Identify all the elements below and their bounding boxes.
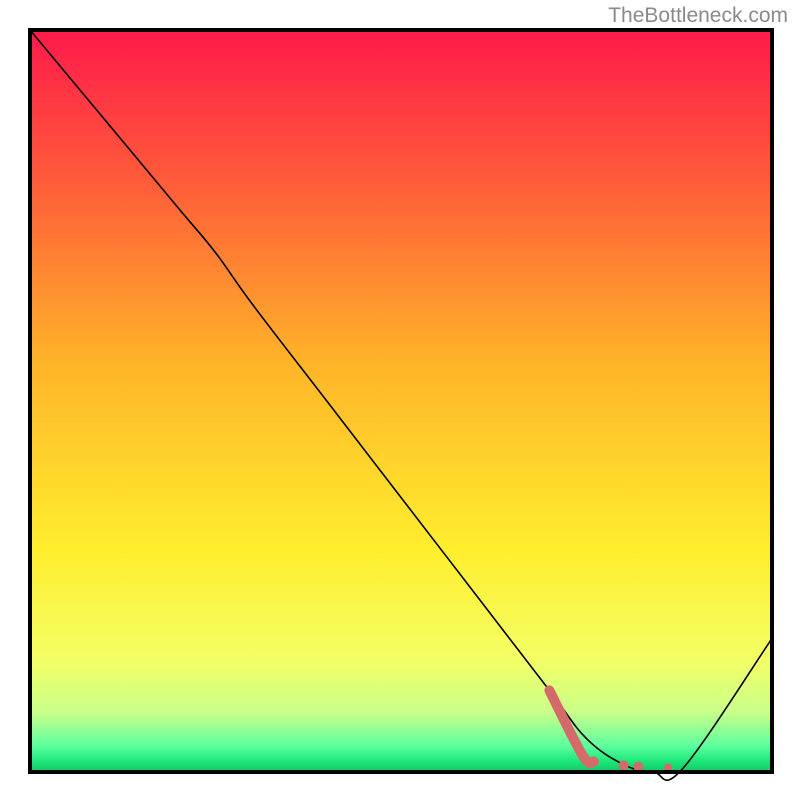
attribution-text: TheBottleneck.com <box>608 4 788 28</box>
chart-background <box>30 30 772 772</box>
highlight-dot <box>619 760 629 770</box>
bottleneck-chart <box>0 0 800 800</box>
chart-container: { "attribution": "TheBottleneck.com", "c… <box>0 0 800 800</box>
